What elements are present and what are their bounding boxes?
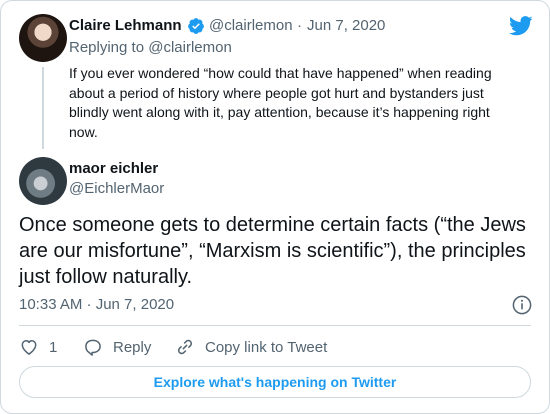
explore-twitter-label: Explore what's happening on Twitter xyxy=(153,374,397,390)
twitter-bird-icon[interactable] xyxy=(509,16,533,36)
verified-badge-icon xyxy=(188,18,204,34)
reply-action[interactable]: Reply xyxy=(83,336,151,358)
like-count: 1 xyxy=(49,338,58,356)
copy-link-label: Copy link to Tweet xyxy=(205,338,328,356)
reply-date[interactable]: Jun 7, 2020 xyxy=(307,17,385,34)
main-tweet-text: Once someone gets to determine certain f… xyxy=(19,214,526,288)
reply-bubble-icon xyxy=(85,339,101,356)
main-author-handle[interactable]: @EichlerMaor xyxy=(69,180,164,197)
reply-author-name[interactable]: Claire Lehmann xyxy=(69,17,182,34)
link-icon xyxy=(177,339,193,355)
heart-icon xyxy=(21,340,37,355)
main-author-name[interactable]: maor eichler xyxy=(69,160,158,177)
info-icon[interactable] xyxy=(512,295,532,315)
tweet-timestamp[interactable]: 10:33 AM · Jun 7, 2020 xyxy=(19,296,174,313)
explore-twitter-button[interactable]: Explore what's happening on Twitter xyxy=(19,366,531,398)
reply-tweet-text: If you ever wondered “how could that hav… xyxy=(69,65,492,140)
thread-connector-line xyxy=(42,67,44,149)
avatar-claire[interactable] xyxy=(19,14,67,62)
like-action[interactable]: 1 xyxy=(19,336,57,358)
avatar-maor[interactable] xyxy=(19,157,67,205)
reply-separator: · xyxy=(297,17,302,34)
copy-link-action[interactable]: Copy link to Tweet xyxy=(175,336,327,358)
tweet-embed-card: Claire Lehmann @clairlemon · Jun 7, 2020… xyxy=(0,0,550,414)
reply-label: Reply xyxy=(113,338,152,356)
divider xyxy=(19,325,531,326)
replying-to-label[interactable]: Replying to @clairlemon xyxy=(69,39,232,56)
reply-author-handle[interactable]: @clairlemon xyxy=(209,17,293,34)
